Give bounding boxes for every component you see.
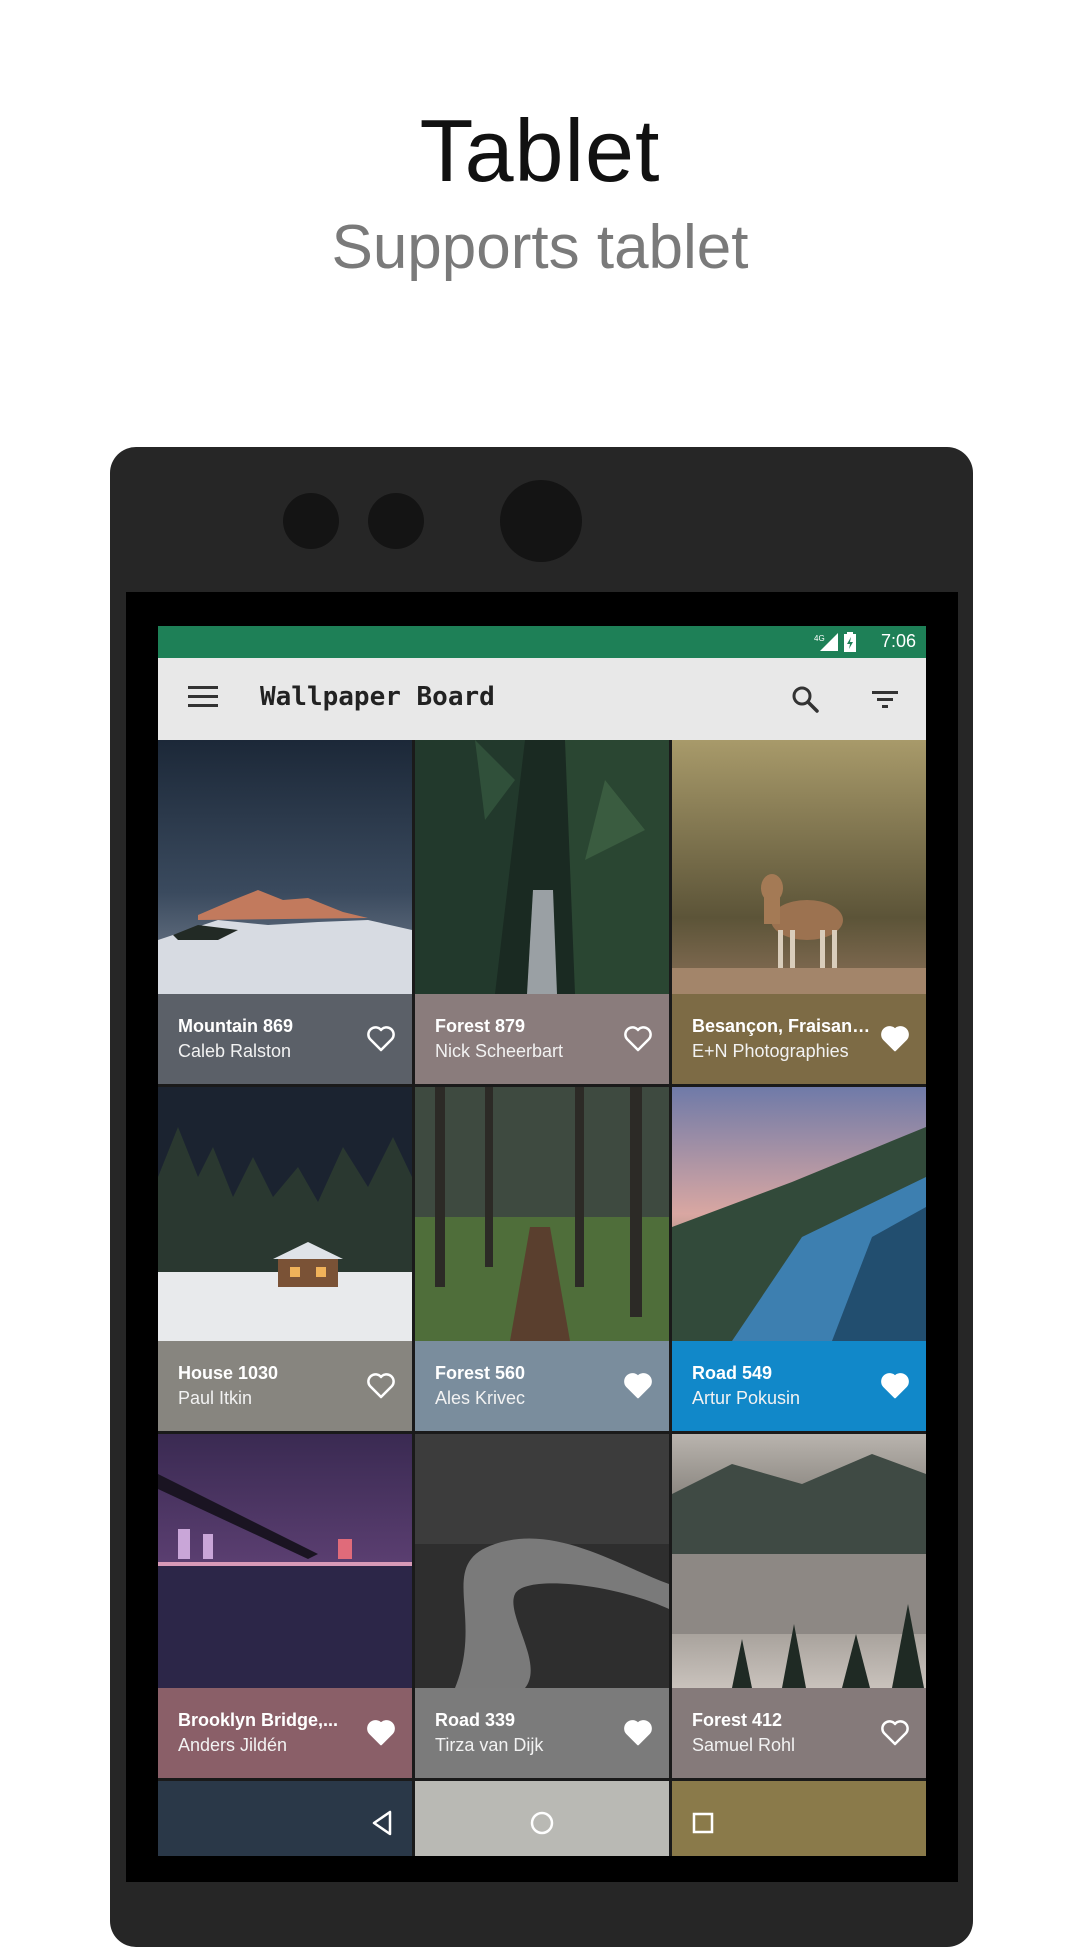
wallpaper-author: Anders Jildén [178, 1735, 288, 1755]
wallpaper-thumbnail [415, 740, 669, 994]
wallpaper-title: Forest 412 [692, 1710, 783, 1730]
wallpaper-author: Nick Scheerbart [435, 1041, 564, 1061]
wallpaper-caption: Road 549 Artur Pokusin [672, 1341, 926, 1431]
wallpaper-title: Forest 879 [435, 1016, 526, 1036]
app-toolbar: Wallpaper Board [158, 658, 926, 740]
wallpaper-thumbnail [672, 1087, 926, 1341]
heart-filled-icon[interactable] [366, 1718, 396, 1746]
heart-outline-icon[interactable] [880, 1718, 910, 1746]
wallpaper-caption: Road 339 Tirza van Dijk [415, 1688, 669, 1778]
front-camera [500, 480, 582, 562]
wallpaper-thumbnail [158, 740, 412, 994]
home-icon[interactable] [527, 1808, 557, 1838]
wallpaper-caption: House 1030 Paul Itkin [158, 1341, 412, 1431]
wallpaper-author: E+N Photographies [692, 1041, 849, 1061]
wallpaper-card[interactable]: Mountain 869 Caleb Ralston [158, 740, 412, 1084]
menu-icon[interactable] [188, 686, 218, 712]
wallpaper-author: Samuel Rohl [692, 1735, 796, 1755]
heart-outline-icon[interactable] [366, 1371, 396, 1399]
wallpaper-title: Road 549 [692, 1363, 773, 1383]
wallpaper-card[interactable]: Forest 879 Nick Scheerbart [415, 740, 669, 1084]
wallpaper-caption: Forest 412 Samuel Rohl [672, 1688, 926, 1778]
svg-text:4G: 4G [814, 634, 825, 643]
signal-icon: 4G [814, 633, 838, 651]
heart-outline-icon[interactable] [623, 1024, 653, 1052]
wallpaper-author: Caleb Ralston [178, 1041, 292, 1061]
wallpaper-card[interactable]: Road 339 Tirza van Dijk [415, 1434, 669, 1778]
sensor-dot [368, 493, 424, 549]
wallpaper-author: Paul Itkin [178, 1388, 253, 1408]
wallpaper-thumbnail [415, 1087, 669, 1341]
wallpaper-author: Artur Pokusin [692, 1388, 801, 1408]
wallpaper-card[interactable]: Besançon, Fraisans... E+N Photographies [672, 740, 926, 1084]
wallpaper-title: Mountain 869 [178, 1016, 294, 1036]
battery-icon [844, 632, 856, 652]
wallpaper-caption: Forest 879 Nick Scheerbart [415, 994, 669, 1084]
wallpaper-card[interactable]: Forest 412 Samuel Rohl [672, 1434, 926, 1778]
search-icon[interactable] [788, 682, 822, 716]
wallpaper-card[interactable]: Road 549 Artur Pokusin [672, 1087, 926, 1431]
wallpaper-card[interactable]: Forest 560 Ales Krivec [415, 1087, 669, 1431]
wallpaper-title: Road 339 [435, 1710, 516, 1730]
wallpaper-thumbnail [672, 1434, 926, 1688]
wallpaper-caption: Forest 560 Ales Krivec [415, 1341, 669, 1431]
navigation-bar [158, 1790, 926, 1856]
status-bar: 4G 7:06 [158, 626, 926, 658]
wallpaper-card[interactable]: House 1030 Paul Itkin [158, 1087, 412, 1431]
wallpaper-author: Tirza van Dijk [435, 1735, 544, 1755]
wallpaper-title: Forest 560 [435, 1363, 526, 1383]
wallpaper-caption: Brooklyn Bridge,... Anders Jildén [158, 1688, 412, 1778]
app-title: Wallpaper Board [260, 682, 495, 712]
wallpaper-caption: Besançon, Fraisans... E+N Photographies [672, 994, 926, 1084]
back-icon[interactable] [368, 1808, 398, 1838]
hero-subtitle: Supports tablet [331, 213, 749, 282]
wallpaper-thumbnail [672, 740, 926, 994]
recents-icon[interactable] [688, 1808, 718, 1838]
wallpaper-thumbnail [415, 1434, 669, 1688]
status-time: 7:06 [880, 631, 916, 651]
wallpaper-title: House 1030 [178, 1363, 279, 1383]
wallpaper-card[interactable]: Brooklyn Bridge,... Anders Jildén [158, 1434, 412, 1778]
wallpaper-thumbnail [158, 1434, 412, 1688]
sensor-dot [283, 493, 339, 549]
heart-outline-icon[interactable] [366, 1024, 396, 1052]
heart-filled-icon[interactable] [880, 1371, 910, 1399]
wallpaper-thumbnail [158, 1087, 412, 1341]
wallpaper-author: Ales Krivec [435, 1388, 526, 1408]
wallpaper-title: Besançon, Fraisans... [692, 1016, 872, 1036]
app-screen: 4G 7:06 Wallpaper Board Mountain 869 Cal… [158, 626, 926, 1856]
hero-title: Tablet [419, 101, 661, 200]
heart-filled-icon[interactable] [623, 1718, 653, 1746]
heart-filled-icon[interactable] [880, 1024, 910, 1052]
wallpaper-caption: Mountain 869 Caleb Ralston [158, 994, 412, 1084]
wallpaper-title: Brooklyn Bridge,... [178, 1710, 339, 1730]
heart-filled-icon[interactable] [623, 1371, 653, 1399]
filter-icon[interactable] [868, 682, 902, 716]
